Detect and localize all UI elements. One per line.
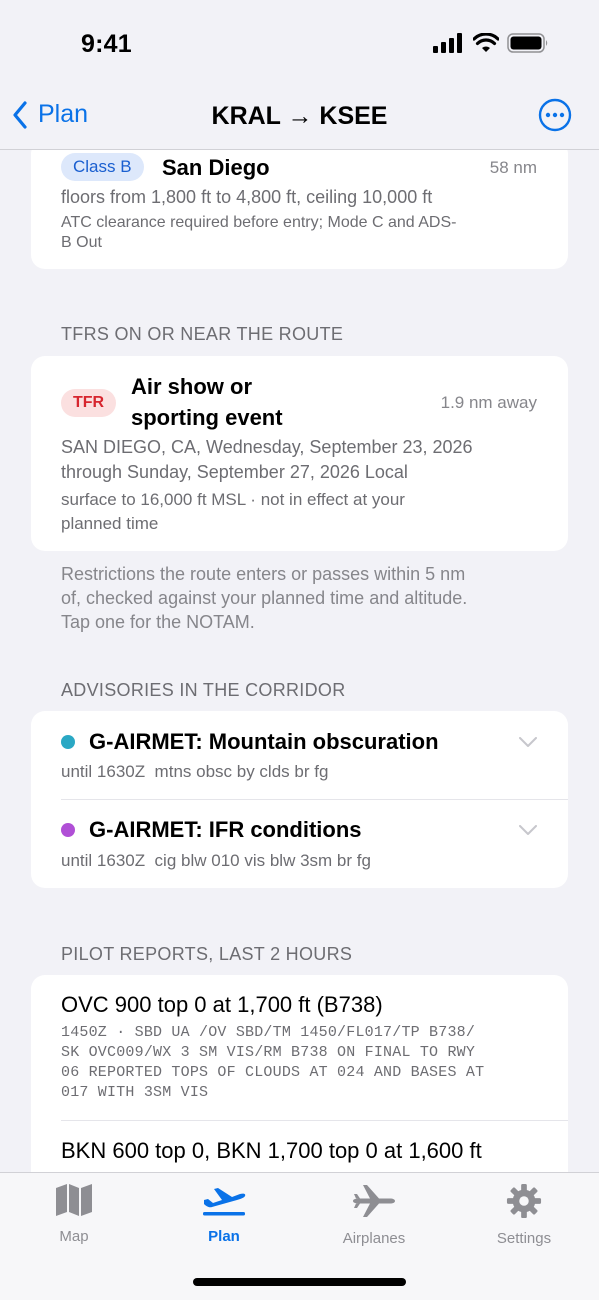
tfr-footnote: Restrictions the route enters or passes … xyxy=(61,562,541,634)
pirep-row[interactable]: BKN 600 top 0, BKN 1,700 top 0 at 1,600 … xyxy=(31,1121,568,1172)
airspace-name: San Diego xyxy=(162,155,270,180)
tfr-title-line2: sporting event xyxy=(131,405,283,430)
status-bar: 9:41 xyxy=(0,0,599,88)
tfr-altitude-line2: planned time xyxy=(61,514,159,533)
airspace-floors: floors from 1,800 ft to 4,800 ft, ceilin… xyxy=(61,187,433,207)
tab-label: Plan xyxy=(208,1228,240,1245)
advisories-card: G-AIRMET: Mountain obscuration until 163… xyxy=(31,711,568,888)
airplane-icon xyxy=(353,1185,395,1217)
pirep-raw-line2: SK OVC009/WX 3 SM VIS/RM B738 ON FINAL T… xyxy=(61,1044,476,1061)
battery-icon xyxy=(507,33,548,53)
tfr-title-line1: Air show or xyxy=(131,374,253,399)
scroll-content[interactable]: Class B San Diego 58 nm floors from 1,80… xyxy=(0,150,599,1172)
class-b-badge: Class B xyxy=(61,153,144,181)
tfr-altitude-line1: surface to 16,000 ft MSL · not in effect… xyxy=(61,490,405,509)
chevron-down-icon[interactable] xyxy=(519,737,537,747)
tab-airplanes[interactable]: Airplanes xyxy=(324,1183,424,1247)
advisory-detail: until 1630Z mtns obsc by clds br fg xyxy=(61,762,329,781)
tfr-footnote-line1: Restrictions the route enters or passes … xyxy=(61,564,466,584)
advisory-row-mountain-obscuration[interactable]: G-AIRMET: Mountain obscuration until 163… xyxy=(31,711,568,799)
advisory-title: G-AIRMET: Mountain obscuration xyxy=(89,729,439,754)
pirep-raw-line1: 1450Z · SBD UA /OV SBD/TM 1450/FL017/TP … xyxy=(61,1024,476,1041)
tfr-card[interactable]: TFR Air show or sporting event 1.9 nm aw… xyxy=(31,356,568,551)
airspace-card[interactable]: Class B San Diego 58 nm floors from 1,80… xyxy=(31,150,568,269)
tfr-footnote-line3: Tap one for the NOTAM. xyxy=(61,612,255,632)
advisory-detail: until 1630Z cig blw 010 vis blw 3sm br f… xyxy=(61,851,371,870)
tfr-location-line1: SAN DIEGO, CA, Wednesday, September 23, … xyxy=(61,437,473,457)
wifi-icon xyxy=(473,33,499,52)
tab-map[interactable]: Map xyxy=(24,1183,124,1245)
tab-label: Map xyxy=(59,1228,89,1245)
chevron-down-icon[interactable] xyxy=(519,825,537,835)
advisory-title: G-AIRMET: IFR conditions xyxy=(89,817,362,842)
map-icon xyxy=(56,1184,92,1216)
tfr-footnote-line2: of, checked against your planned time an… xyxy=(61,588,468,608)
tfr-location-line2: through Sunday, September 27, 2026 Local xyxy=(61,462,408,482)
gear-icon xyxy=(506,1183,542,1219)
status-time: 9:41 xyxy=(81,30,132,58)
cellular-signal-icon xyxy=(433,33,462,53)
tab-label: Settings xyxy=(496,1230,552,1247)
tfr-badge: TFR xyxy=(61,389,117,417)
pireps-card: OVC 900 top 0 at 1,700 ft (B738) 1450Z ·… xyxy=(31,975,568,1172)
plane-departure-icon xyxy=(203,1188,246,1216)
home-indicator[interactable] xyxy=(193,1278,406,1286)
pirep-raw-line3: 06 REPORTED TOPS OF CLOUDS AT 024 AND BA… xyxy=(61,1064,485,1081)
advisory-row-ifr-conditions[interactable]: G-AIRMET: IFR conditions until 1630Z cig… xyxy=(31,800,568,888)
airspace-distance: 58 nm xyxy=(489,158,537,177)
tab-label: Airplanes xyxy=(342,1230,406,1247)
tfr-distance: 1.9 nm away xyxy=(440,393,537,412)
pirep-raw-line4: 017 WITH 3SM VIS xyxy=(61,1084,209,1101)
advisory-color-dot xyxy=(61,823,75,837)
pirep-title: BKN 600 top 0, BKN 1,700 top 0 at 1,600 … xyxy=(61,1138,482,1163)
pirep-row[interactable]: OVC 900 top 0 at 1,700 ft (B738) 1450Z ·… xyxy=(31,975,568,1120)
pirep-raw: 1450Z · SBD UA /OV SBD/TM 1450/FL017/TP … xyxy=(61,1023,484,1103)
tab-plan[interactable]: Plan xyxy=(174,1183,274,1245)
page-title: KRAL → KSEE xyxy=(211,102,388,130)
pireps-section-header: PILOT REPORTS, LAST 2 HOURS xyxy=(61,944,353,964)
pirep-title: OVC 900 top 0 at 1,700 ft (B738) xyxy=(61,992,383,1017)
navigation-bar: Plan KRAL → KSEE xyxy=(0,88,599,150)
tab-settings[interactable]: Settings xyxy=(474,1183,574,1247)
airspace-note-line1: ATC clearance required before entry; Mod… xyxy=(61,214,457,231)
advisory-color-dot xyxy=(61,735,75,749)
airspace-note-line2: B Out xyxy=(61,234,102,251)
more-options-icon[interactable] xyxy=(538,98,572,132)
advisories-section-header: ADVISORIES IN THE CORRIDOR xyxy=(61,680,346,700)
status-icons xyxy=(433,33,549,53)
tfrs-section-header: TFRS ON OR NEAR THE ROUTE xyxy=(61,324,344,344)
